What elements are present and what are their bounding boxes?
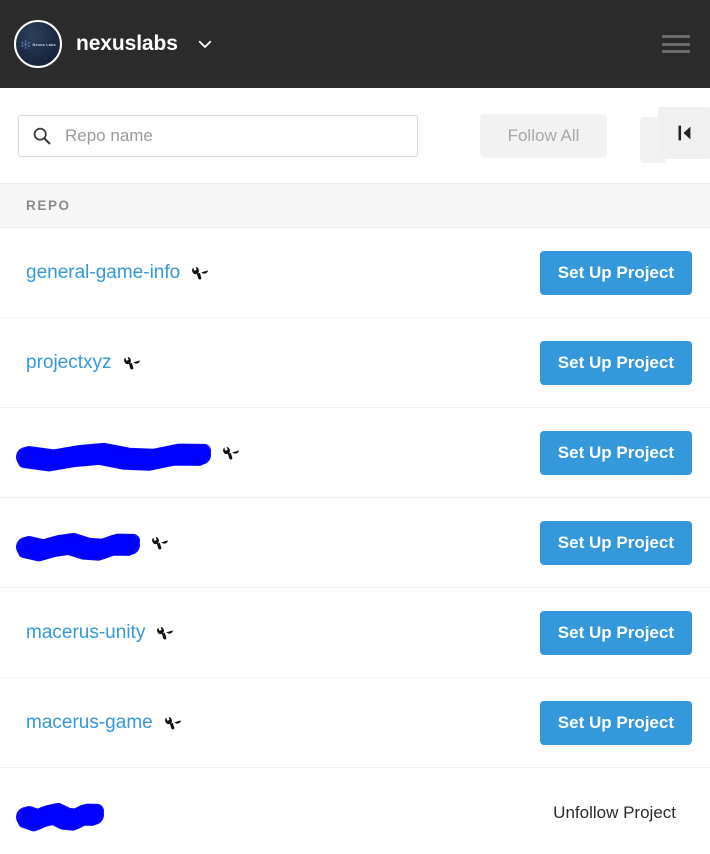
search-box[interactable]	[18, 114, 418, 157]
wrench-icon[interactable]	[163, 713, 182, 732]
wrench-icon[interactable]	[150, 533, 169, 552]
repo-row-identity	[16, 802, 553, 832]
hamburger-bar	[662, 42, 690, 46]
wrench-icon[interactable]	[122, 353, 141, 372]
wrench-icon[interactable]	[221, 443, 240, 462]
table-row: general-game-info Set Up Project	[0, 228, 710, 318]
search-icon	[31, 125, 52, 146]
repo-row-identity	[16, 532, 540, 561]
top-header-bar: Nexus Labs nexuslabs	[0, 0, 710, 88]
hamburger-bar	[662, 35, 690, 38]
repo-name-link[interactable]: general-game-info	[26, 262, 180, 284]
set-up-project-button[interactable]: Set Up Project	[539, 430, 692, 475]
org-name: nexuslabs	[76, 32, 178, 55]
follow-all-button[interactable]: Follow All	[480, 113, 607, 158]
table-row: Set Up Project	[0, 408, 710, 498]
redacted-repo-name	[16, 532, 140, 561]
repo-toolbar: Follow All	[0, 88, 710, 183]
redacted-repo-name	[16, 802, 104, 832]
toolbar-actions: Follow All	[480, 88, 710, 183]
redacted-repo-name	[16, 442, 211, 471]
repo-name-link[interactable]: macerus-game	[26, 712, 153, 734]
hamburger-menu-icon[interactable]	[662, 34, 690, 54]
set-up-project-button[interactable]: Set Up Project	[539, 250, 692, 295]
repo-name-link[interactable]: macerus-unity	[26, 622, 145, 644]
table-row: macerus-unity Set Up Project	[0, 588, 710, 678]
collapse-panel-button[interactable]	[658, 106, 710, 159]
table-row: macerus-game Set Up Project	[0, 678, 710, 768]
set-up-project-button[interactable]: Set Up Project	[539, 340, 692, 385]
repo-row-identity: macerus-game	[26, 712, 540, 734]
repo-list: general-game-info Set Up Project projectxy…	[0, 228, 710, 854]
unfollow-project-button[interactable]: Unfollow Project	[553, 803, 692, 823]
repo-column-header-label: REPO	[26, 198, 71, 213]
avatar: Nexus Labs	[14, 20, 62, 68]
chevron-down-icon[interactable]	[192, 35, 214, 53]
set-up-project-button[interactable]: Set Up Project	[539, 700, 692, 745]
skip-to-start-icon	[673, 122, 695, 144]
search-input[interactable]	[52, 115, 417, 156]
set-up-project-button[interactable]: Set Up Project	[539, 610, 692, 655]
org-switcher[interactable]: Nexus Labs nexuslabs	[14, 20, 214, 68]
edge-button-group	[640, 106, 710, 163]
table-row: projectxyz Set Up Project	[0, 318, 710, 408]
nexus-logo-icon: Nexus Labs	[20, 39, 56, 49]
table-row: Set Up Project	[0, 498, 710, 588]
repo-row-identity	[16, 442, 540, 471]
repo-name-link[interactable]: projectxyz	[26, 352, 112, 374]
hamburger-bar	[662, 50, 690, 53]
repo-row-identity: projectxyz	[26, 352, 540, 374]
wrench-icon[interactable]	[190, 263, 209, 282]
table-row: Unfollow Project	[0, 768, 710, 854]
repo-column-header: REPO	[0, 183, 710, 228]
set-up-project-button[interactable]: Set Up Project	[539, 520, 692, 565]
repo-row-identity: macerus-unity	[26, 622, 540, 644]
avatar-wordmark: Nexus Labs	[32, 41, 56, 47]
wrench-icon[interactable]	[155, 623, 174, 642]
repo-row-identity: general-game-info	[26, 262, 540, 284]
